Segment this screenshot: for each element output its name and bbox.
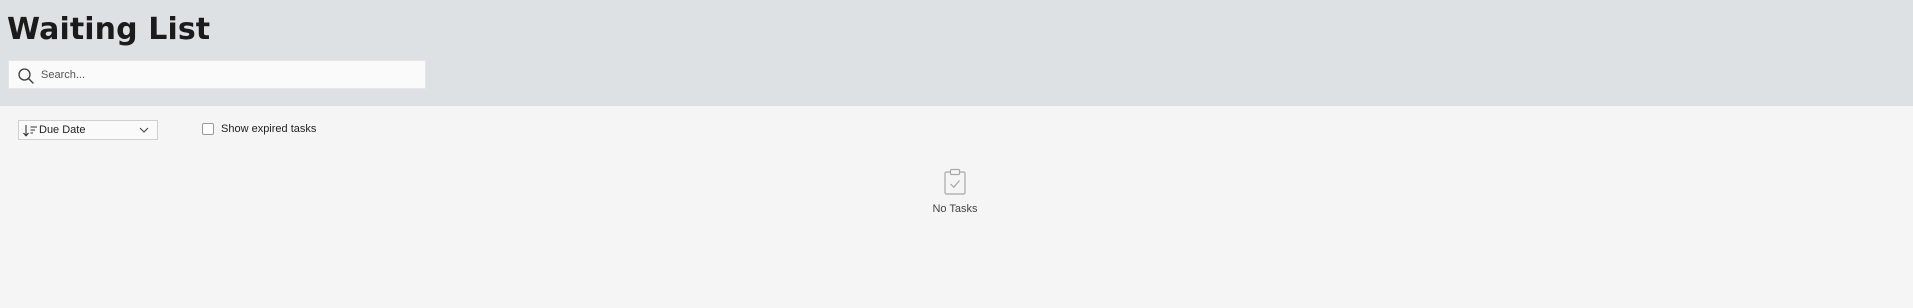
chevron-down-icon <box>139 127 149 133</box>
empty-state: No Tasks <box>900 168 1010 215</box>
show-expired-label: Show expired tasks <box>221 123 317 135</box>
sort-selected-value: Due Date <box>39 124 86 136</box>
header: Waiting List <box>0 0 1913 106</box>
show-expired-checkbox[interactable] <box>202 123 214 135</box>
empty-state-message: No Tasks <box>932 203 978 215</box>
page-title: Waiting List <box>7 12 211 47</box>
sort-dropdown[interactable]: Due Date <box>18 120 158 140</box>
search-icon <box>18 68 34 84</box>
search-box[interactable] <box>8 60 426 89</box>
sort-descending-icon <box>23 125 37 137</box>
clipboard-check-icon <box>944 168 966 195</box>
search-input[interactable] <box>41 61 421 88</box>
